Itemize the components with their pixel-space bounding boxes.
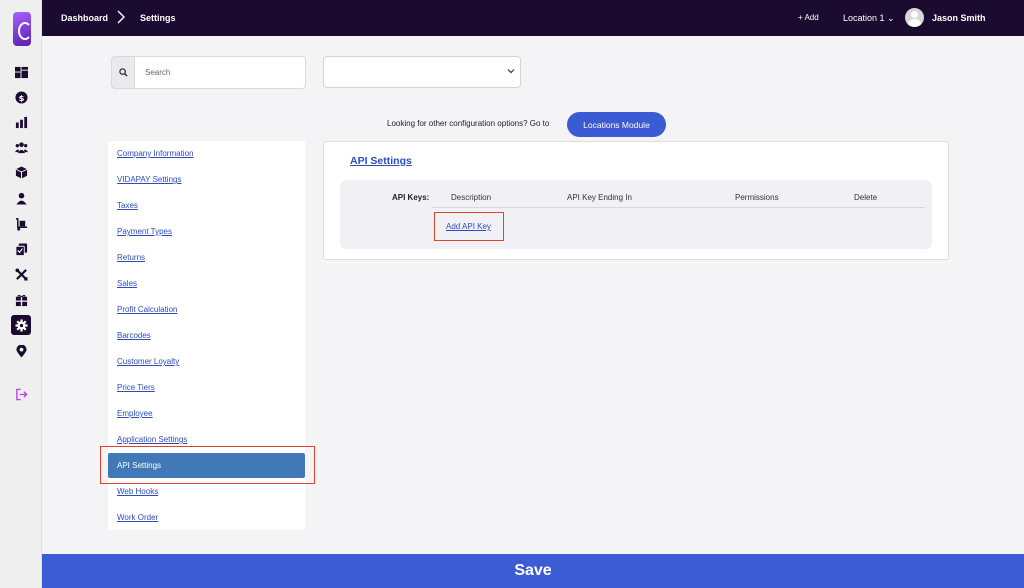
dashboard-icon[interactable] [11,62,31,82]
settings-item-barcodes[interactable]: Barcodes [117,331,151,340]
location-dropdown[interactable]: Location 1 ⌄ [843,13,895,24]
dollar-icon[interactable]: $ [11,87,31,107]
gift-icon[interactable] [11,290,31,310]
box-icon[interactable] [11,162,31,182]
settings-item-work-order[interactable]: Work Order [117,513,158,522]
search-button[interactable] [111,56,135,89]
table-divider [432,207,925,208]
locations-module-button[interactable]: Locations Module [567,112,666,137]
search-input[interactable] [135,56,306,89]
settings-item-customer-loyalty[interactable]: Customer Loyalty [117,357,179,366]
settings-select[interactable] [323,56,521,88]
logout-icon[interactable] [11,384,31,404]
settings-item-company-information[interactable]: Company Information [117,149,193,158]
tools-icon[interactable] [11,264,31,284]
settings-item-taxes[interactable]: Taxes [117,201,138,210]
api-keys-table [340,180,932,249]
settings-item-application-settings[interactable]: Application Settings [117,435,187,444]
settings-item-returns[interactable]: Returns [117,253,145,262]
breadcrumb-dashboard[interactable]: Dashboard [61,13,108,23]
settings-item-sales[interactable]: Sales [117,279,137,288]
highlight-annotation [100,446,315,484]
documents-icon[interactable] [11,239,31,259]
column-header-permissions: Permissions [735,193,779,202]
map-pin-icon[interactable] [11,341,31,361]
panel-title: API Settings [350,155,412,167]
breadcrumb-settings: Settings [140,13,176,23]
settings-gear-icon[interactable] [11,315,31,335]
icon-rail: $ [0,0,42,588]
user-name[interactable]: Jason Smith [932,13,986,23]
search-icon [118,68,128,77]
settings-item-price-tiers[interactable]: Price Tiers [117,383,155,392]
chevron-right-icon [117,10,125,24]
highlight-annotation [434,212,504,241]
settings-item-vidapay-settings[interactable]: VIDAPAY Settings [117,175,181,184]
top-bar: Dashboard Settings + Add Location 1 ⌄ Ja… [42,0,1024,36]
settings-item-payment-types[interactable]: Payment Types [117,227,172,236]
person-icon[interactable] [11,188,31,208]
bar-chart-icon[interactable] [11,112,31,132]
svg-text:$: $ [18,92,24,102]
avatar[interactable] [905,8,924,27]
dolly-icon[interactable] [11,214,31,234]
users-icon[interactable] [11,137,31,157]
chevron-down-icon [507,69,515,74]
api-keys-label: API Keys: [392,193,430,202]
column-header-key-ending: API Key Ending In [567,193,632,202]
settings-item-profit-calculation[interactable]: Profit Calculation [117,305,177,314]
add-button[interactable]: + Add [798,13,819,22]
config-hint-text: Looking for other configuration options?… [387,119,550,128]
settings-item-web-hooks[interactable]: Web Hooks [117,487,158,496]
save-button[interactable]: Save [42,554,1024,588]
column-header-delete: Delete [854,193,878,202]
settings-item-employee[interactable]: Employee [117,409,153,418]
app-logo[interactable] [13,12,32,46]
column-header-description: Description [451,193,492,202]
